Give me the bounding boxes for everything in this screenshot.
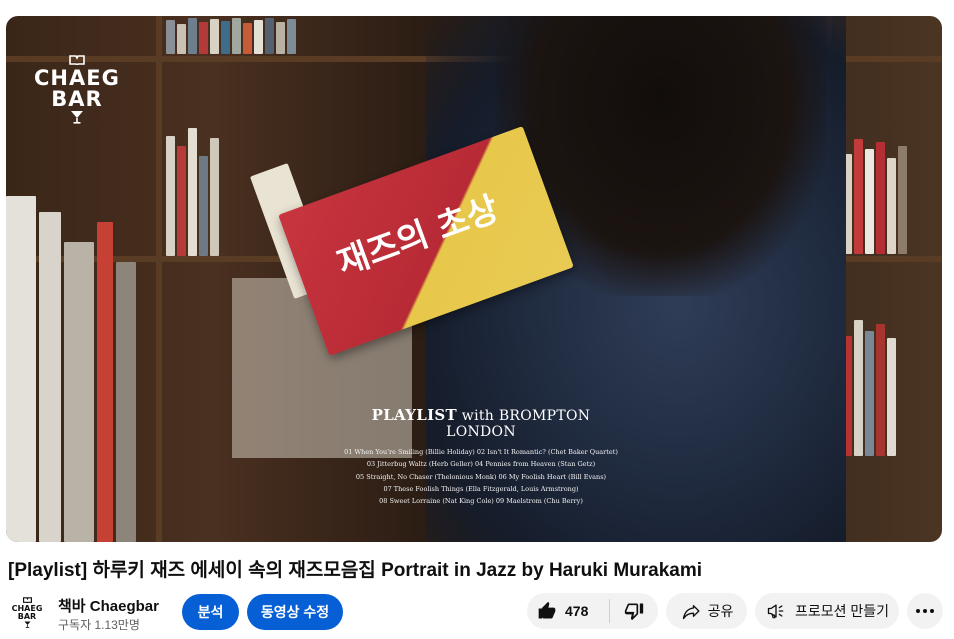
logo-line1: CHAEG <box>34 66 120 90</box>
dislike-button[interactable] <box>610 593 658 629</box>
edit-video-button[interactable]: 동영상 수정 <box>247 594 343 630</box>
playlist-heading-main: PLAYLIST <box>371 406 458 424</box>
share-icon <box>680 601 702 621</box>
analytics-button[interactable]: 분석 <box>182 594 239 630</box>
subscriber-count: 구독자 1.13만명 <box>58 618 140 632</box>
share-button[interactable]: 공유 <box>666 593 747 629</box>
logo-line2: BAR <box>51 87 103 111</box>
like-dislike-group: 478 <box>527 593 658 629</box>
megaphone-icon <box>765 601 787 621</box>
track-line: 01 When You're Smiling (Billie Holiday) … <box>344 448 618 456</box>
shelf <box>156 16 162 542</box>
more-actions-button[interactable] <box>907 593 943 629</box>
book-row <box>166 126 219 256</box>
thumb-up-icon <box>537 601 557 621</box>
create-promotion-button[interactable]: 프로모션 만들기 <box>755 593 899 629</box>
share-label: 공유 <box>707 603 734 619</box>
track-list: 01 When You're Smiling (Billie Holiday) … <box>336 446 626 507</box>
playlist-heading: PLAYLIST with BROMPTON LONDON <box>346 406 616 440</box>
track-line: 03 Jitterbug Waltz (Herb Geller) 04 Penn… <box>366 460 596 469</box>
like-button[interactable]: 478 <box>527 593 609 629</box>
book-title: 재즈의 초상 <box>332 188 504 284</box>
cocktail-glass-icon <box>34 110 120 127</box>
channel-avatar[interactable]: CHAEG BAR <box>8 594 46 632</box>
book-row <box>6 196 136 542</box>
track-line: 05 Straight, No Chaser (Thelonious Monk)… <box>355 472 607 481</box>
video-title: [Playlist] 하루키 재즈 에세이 속의 재즈모음집 Portrait … <box>8 560 703 581</box>
playlist-heading-with: with BROMPTON LONDON <box>446 408 591 440</box>
book-row <box>166 18 296 54</box>
track-line: 07 These Foolish Things (Ella Fitzgerald… <box>383 484 579 493</box>
thumb-down-icon <box>624 601 644 621</box>
like-count: 478 <box>565 603 589 619</box>
more-icon <box>916 609 934 613</box>
chaegbar-logo: CHAEG BAR <box>34 54 120 127</box>
avatar-line2: BAR <box>17 611 37 621</box>
promote-label: 프로모션 만들기 <box>794 603 890 619</box>
channel-name[interactable]: 책바 Chaegbar <box>58 595 159 616</box>
cocktail-glass-icon <box>24 621 31 630</box>
track-line: 08 Sweet Lorraine (Nat King Cole) 09 Mae… <box>379 497 583 506</box>
video-player[interactable]: 재즈의 초상 CHAEG BAR PLAYLIST with BROMPTON … <box>6 16 942 542</box>
